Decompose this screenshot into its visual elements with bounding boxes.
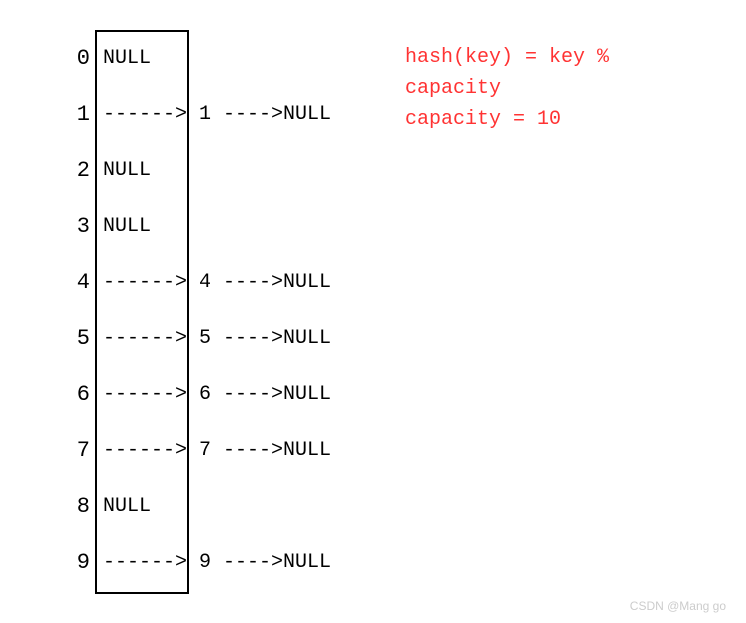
row-content: NULL — [103, 215, 151, 238]
row-content: ------> 1 ---->NULL — [103, 103, 331, 126]
table-row: 4 ------> 4 ---->NULL — [60, 254, 331, 310]
table-row: 5 ------> 5 ---->NULL — [60, 310, 331, 366]
table-row: 0 NULL — [60, 30, 151, 86]
table-row: 2 NULL — [60, 142, 151, 198]
row-content: ------> 9 ---->NULL — [103, 551, 331, 574]
annotation-line: capacity — [405, 73, 609, 104]
row-index: 6 — [60, 382, 90, 407]
row-content: NULL — [103, 47, 151, 70]
row-index: 0 — [60, 46, 90, 71]
hash-function-annotation: hash(key) = key % capacity capacity = 10 — [405, 42, 609, 135]
table-row: 8 NULL — [60, 478, 151, 534]
row-content: ------> 7 ---->NULL — [103, 439, 331, 462]
row-index: 7 — [60, 438, 90, 463]
row-index: 1 — [60, 102, 90, 127]
table-row: 7 ------> 7 ---->NULL — [60, 422, 331, 478]
row-index: 8 — [60, 494, 90, 519]
table-row: 1 ------> 1 ---->NULL — [60, 86, 331, 142]
row-index: 4 — [60, 270, 90, 295]
row-index: 9 — [60, 550, 90, 575]
annotation-line: capacity = 10 — [405, 104, 609, 135]
annotation-line: hash(key) = key % — [405, 42, 609, 73]
table-row: 3 NULL — [60, 198, 151, 254]
row-index: 5 — [60, 326, 90, 351]
row-content: NULL — [103, 159, 151, 182]
table-row: 9 ------> 9 ---->NULL — [60, 534, 331, 590]
row-content: ------> 4 ---->NULL — [103, 271, 331, 294]
row-content: ------> 5 ---->NULL — [103, 327, 331, 350]
row-content: ------> 6 ---->NULL — [103, 383, 331, 406]
row-index: 3 — [60, 214, 90, 239]
row-content: NULL — [103, 495, 151, 518]
row-index: 2 — [60, 158, 90, 183]
watermark-text: CSDN @Mang go — [630, 599, 726, 613]
table-row: 6 ------> 6 ---->NULL — [60, 366, 331, 422]
